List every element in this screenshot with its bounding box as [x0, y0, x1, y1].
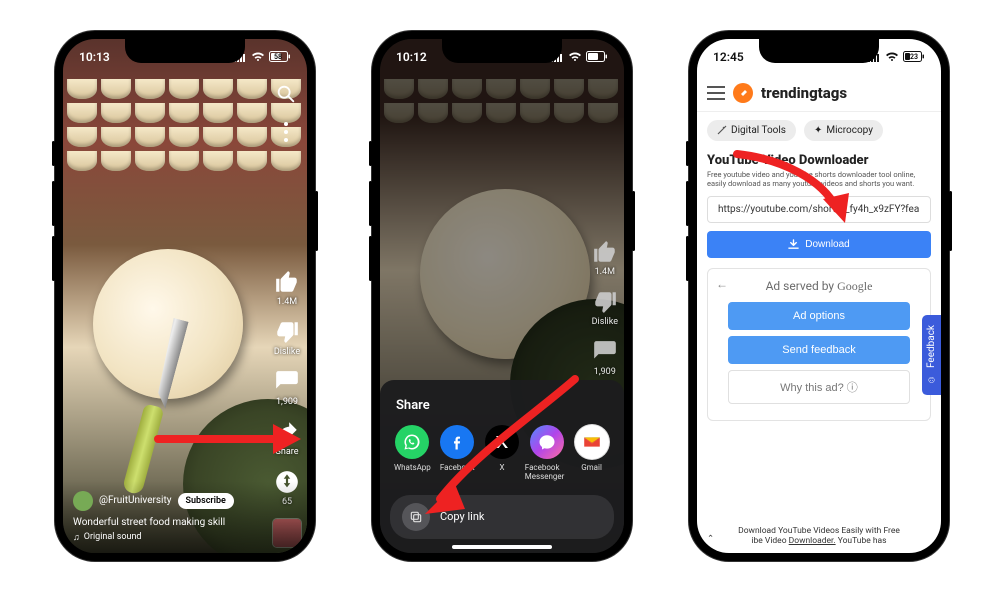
facebook-messenger-icon	[530, 425, 564, 459]
copy-icon	[402, 503, 430, 531]
like-count: 1.4M	[277, 297, 297, 307]
downloader-website-screen: 12:45 23 trendin	[697, 39, 941, 553]
share-sheet-screen: 10:12	[380, 39, 624, 553]
dislike-button[interactable]: Dislike	[274, 319, 300, 357]
copy-link-button[interactable]: Copy link	[390, 495, 614, 539]
share-target-whatsapp[interactable]: WhatsApp	[390, 425, 434, 481]
chip-label: Digital Tools	[731, 125, 786, 136]
battery-icon	[586, 51, 608, 62]
sound-name: Original sound	[84, 532, 142, 542]
ad-why-button[interactable]: Why this ad? ⓘ	[728, 370, 909, 404]
share-target-facebook-messenger[interactable]: Facebook Messenger	[525, 425, 569, 481]
search-icon[interactable]	[275, 83, 297, 105]
share-label: Share	[276, 447, 299, 457]
video-content[interactable]	[63, 39, 307, 553]
chip-digital-tools[interactable]: Digital Tools	[707, 120, 796, 141]
sparkle-icon: ✦	[814, 125, 822, 136]
feedback-label: Feedback	[926, 325, 937, 368]
wifi-icon	[251, 52, 265, 62]
subscribe-button[interactable]: Subscribe	[178, 493, 234, 509]
phone-notch	[442, 39, 562, 63]
like-count: 1.4M	[595, 267, 615, 277]
phone-mockup-2: 10:12	[372, 31, 632, 561]
share-target-label: Gmail	[581, 463, 602, 472]
ad-back-icon[interactable]: ←	[716, 277, 728, 291]
channel-avatar[interactable]	[73, 491, 93, 511]
share-target-x[interactable]: X	[480, 425, 524, 481]
dislike-button[interactable]: Dislike	[592, 289, 618, 327]
youtube-shorts-screen: 10:13 58	[63, 39, 307, 553]
share-target-label: Facebook	[440, 463, 475, 472]
comment-count: 1,909	[276, 397, 298, 407]
copy-link-label: Copy link	[440, 510, 484, 523]
whatsapp-icon	[395, 425, 429, 459]
sound-row[interactable]: ♫ Original sound	[73, 532, 297, 543]
battery-icon: 23	[903, 51, 925, 62]
like-button[interactable]: 1.4M	[592, 239, 618, 277]
video-info-overlay: @FruitUniversity Subscribe Wonderful str…	[63, 481, 307, 553]
dislike-label: Dislike	[592, 317, 618, 327]
wifi-icon	[568, 52, 582, 62]
share-target-gmail[interactable]: Gmail	[570, 425, 614, 481]
chip-microcopy[interactable]: ✦ Microcopy	[804, 120, 883, 141]
video-title: Wonderful street food making skill	[73, 517, 297, 528]
comment-count: 1,909	[594, 367, 616, 377]
feedback-smiley-icon: ☺	[926, 374, 937, 385]
battery-icon: 58	[269, 51, 291, 62]
wand-icon	[717, 125, 727, 135]
share-target-label: Facebook Messenger	[525, 463, 569, 481]
wifi-icon	[885, 52, 899, 62]
page-subtitle: Free youtube video and youtube shorts do…	[707, 170, 931, 188]
ad-served-by: Ad served by Google	[716, 279, 922, 294]
action-rail: 1.4M Dislike 1,909	[592, 239, 618, 377]
gmail-icon	[575, 425, 609, 459]
phone-notch	[759, 39, 879, 63]
share-button[interactable]: Share	[274, 419, 300, 457]
hamburger-menu-icon[interactable]	[707, 86, 725, 100]
status-time: 12:45	[713, 50, 744, 64]
ad-container: ← Ad served by Google Ad options Send fe…	[707, 268, 931, 421]
comments-button[interactable]: 1,909	[592, 339, 618, 377]
share-target-label: WhatsApp	[394, 463, 431, 472]
video-url-input[interactable]: https://youtube.com/shorts/_fy4h_x9zFY?f…	[707, 196, 931, 223]
download-icon	[788, 239, 799, 250]
comments-button[interactable]: 1,909	[274, 369, 300, 407]
like-button[interactable]: 1.4M	[274, 269, 300, 307]
home-indicator[interactable]	[452, 545, 552, 549]
more-vert-icon[interactable]	[277, 121, 295, 143]
ad-options-button[interactable]: Ad options	[728, 302, 909, 330]
ad-send-feedback-button[interactable]: Send feedback	[728, 336, 909, 364]
google-wordmark: Google	[837, 279, 872, 293]
svg-text:58: 58	[274, 53, 282, 61]
download-label: Download	[805, 239, 849, 250]
page-title: YouTube Video Downloader	[707, 153, 931, 168]
expand-caret-icon[interactable]: ⌃	[707, 534, 714, 544]
feedback-side-tab[interactable]: ☺ Feedback	[922, 315, 941, 395]
facebook-icon	[440, 425, 474, 459]
status-time: 10:12	[396, 50, 427, 64]
site-logo-icon[interactable]	[733, 83, 753, 103]
dislike-label: Dislike	[274, 347, 300, 357]
download-button[interactable]: Download	[707, 231, 931, 258]
x-icon	[485, 425, 519, 459]
share-target-facebook[interactable]: Facebook	[435, 425, 479, 481]
phone-mockup-3: 12:45 23 trendin	[689, 31, 949, 561]
site-header: trendingtags	[697, 75, 941, 112]
share-sheet: Share WhatsApp Facebook X Facebook Messenge…	[380, 380, 624, 553]
svg-text:23: 23	[910, 53, 918, 61]
phone-mockup-1: 10:13 58	[55, 31, 315, 561]
channel-handle[interactable]: @FruitUniversity	[99, 495, 172, 506]
chip-label: Microcopy	[826, 125, 873, 136]
music-note-icon: ♫	[73, 532, 80, 543]
share-sheet-title: Share	[390, 394, 614, 425]
share-target-label: X	[499, 463, 504, 472]
site-brand[interactable]: trendingtags	[761, 84, 847, 102]
seo-footer-text: ⌃ Download YouTube Videos Easily with Fr…	[707, 526, 931, 546]
status-time: 10:13	[79, 50, 110, 64]
breadcrumb-chips: Digital Tools ✦ Microcopy	[697, 112, 941, 149]
phone-notch	[125, 39, 245, 63]
